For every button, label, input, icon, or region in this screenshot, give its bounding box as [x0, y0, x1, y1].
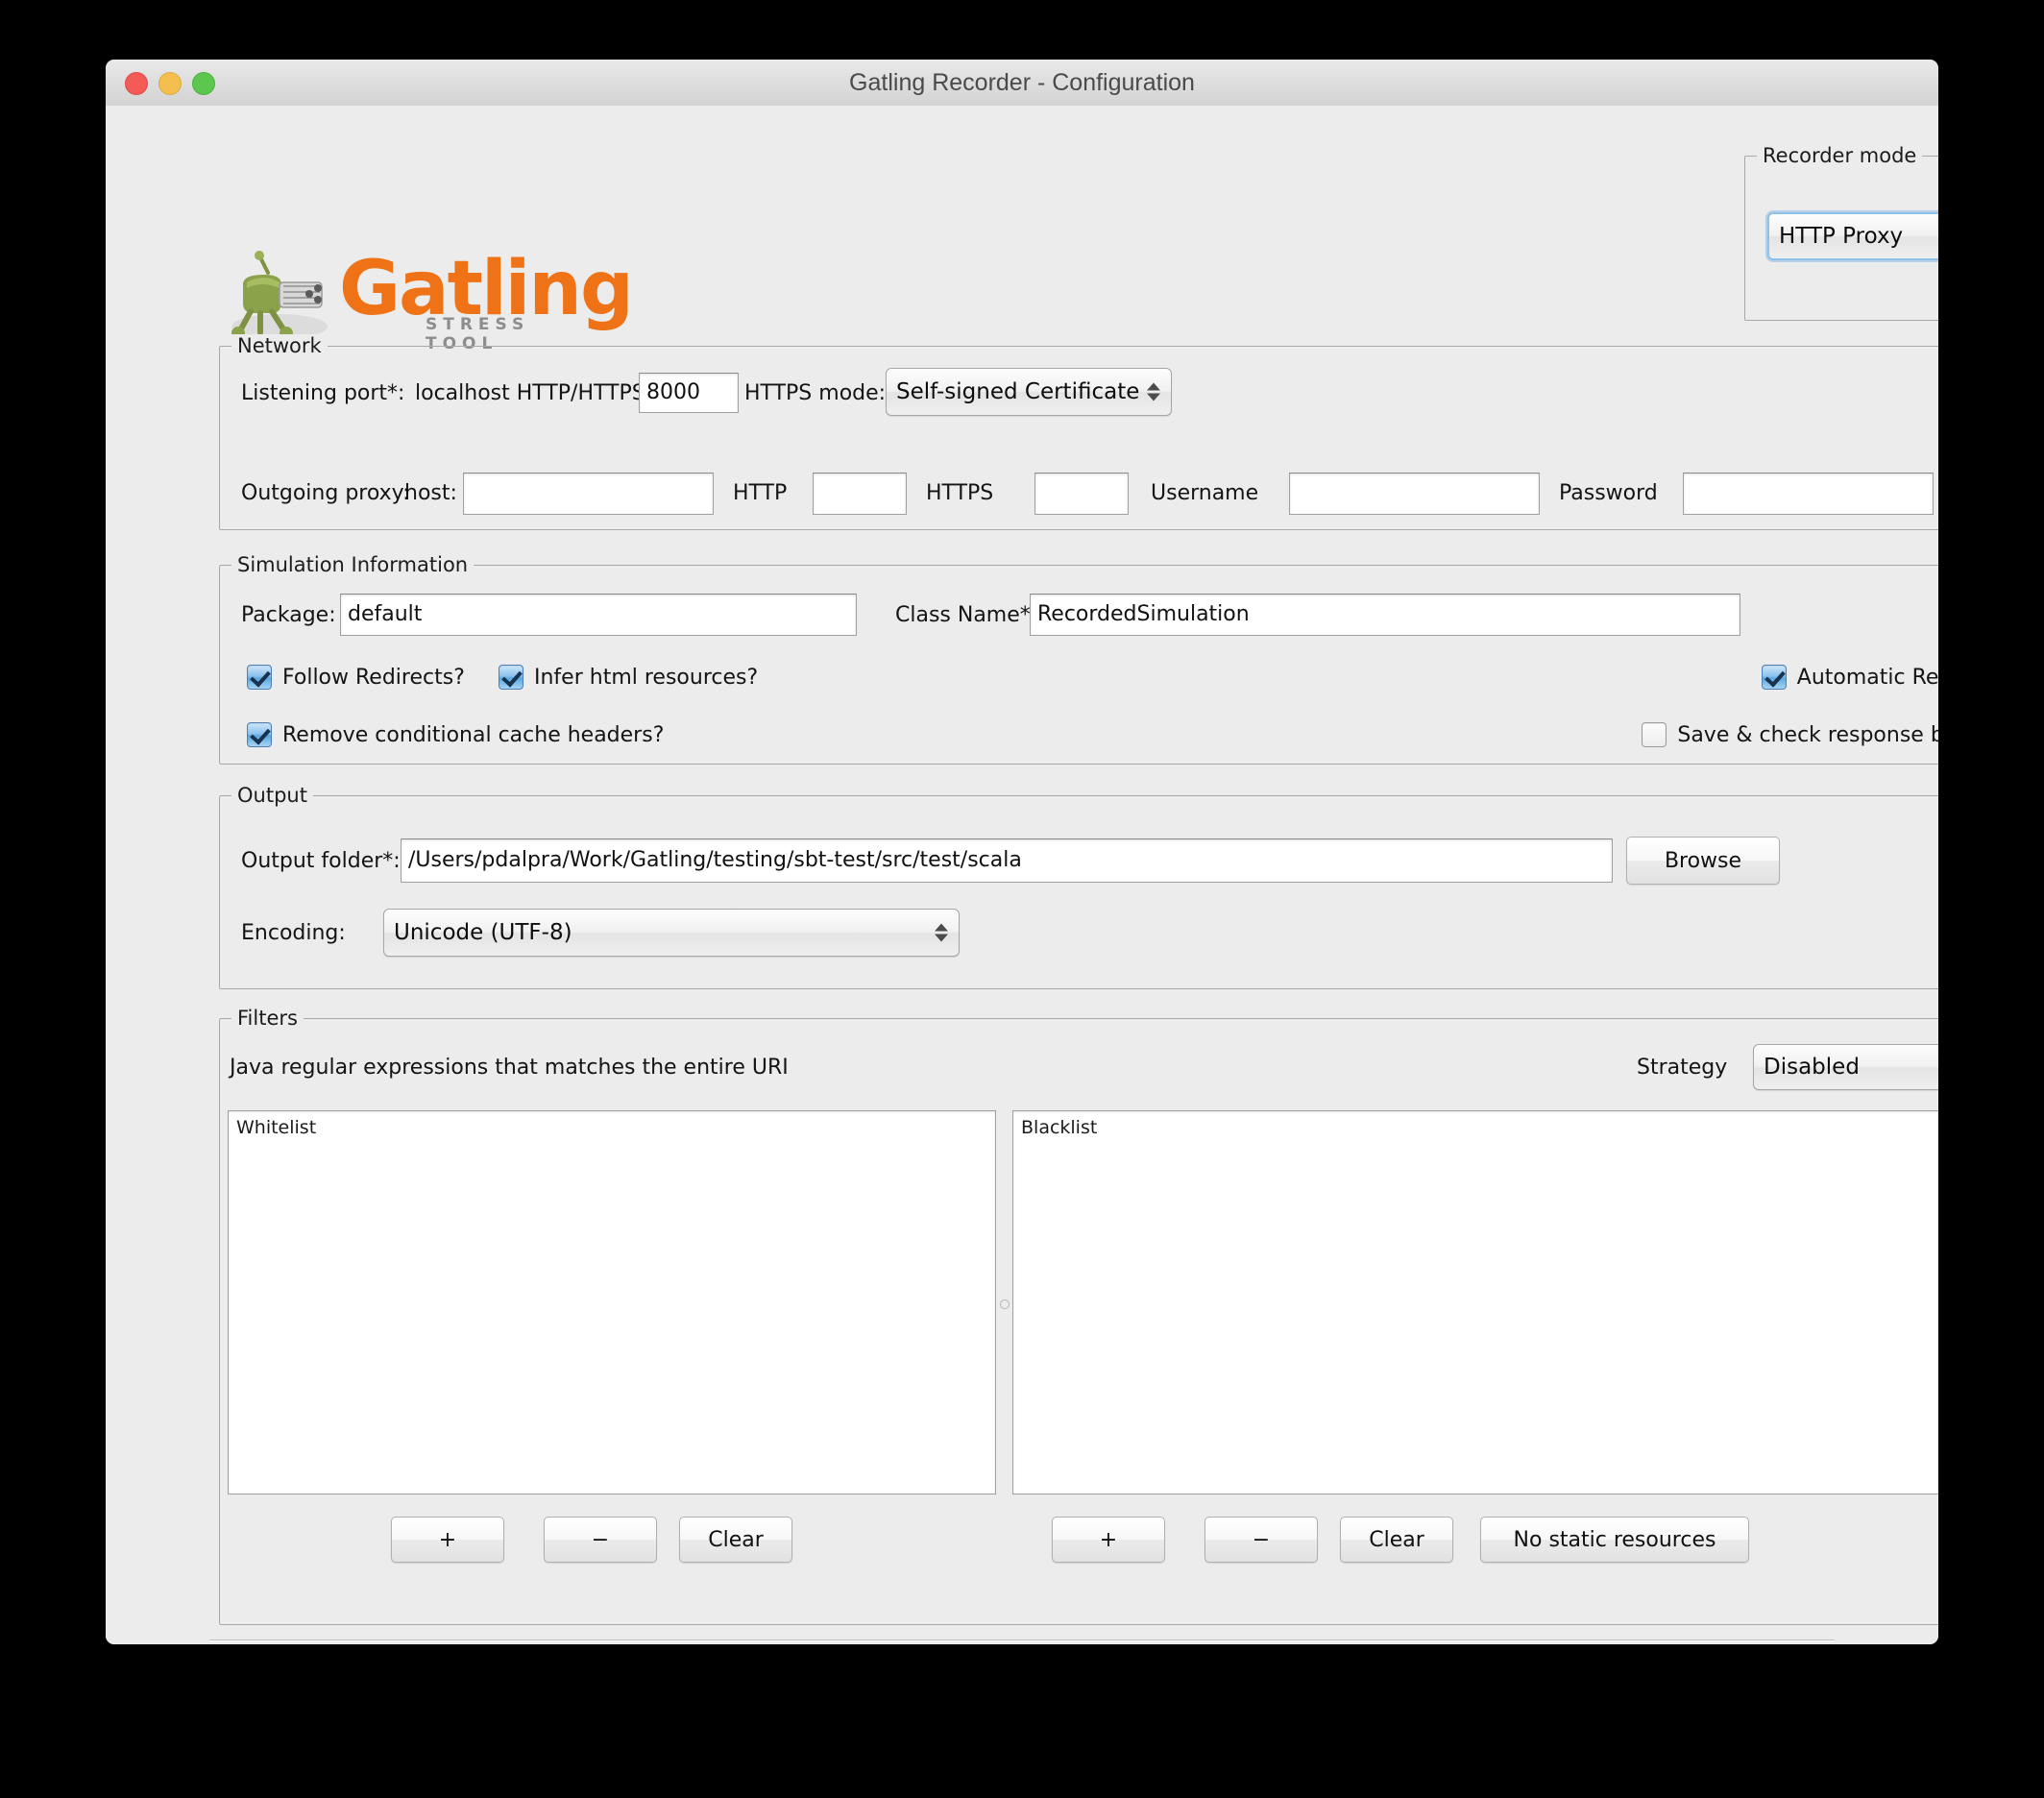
infer-html-resources-checkbox-row[interactable]: Infer html resources? [499, 665, 758, 690]
class-name-value: RecordedSimulation [1037, 602, 1250, 626]
follow-redirects-label: Follow Redirects? [282, 665, 465, 690]
strategy-select[interactable]: Disabled [1753, 1044, 1938, 1090]
whitelist-clear-label: Clear [708, 1527, 764, 1552]
whitelist-add-button[interactable]: + [391, 1517, 504, 1563]
gatling-gun-icon [231, 251, 328, 340]
chevron-updown-icon [935, 923, 948, 942]
browse-button[interactable]: Browse [1626, 837, 1780, 885]
proxy-https-port-input[interactable] [1034, 473, 1129, 515]
no-static-resources-button[interactable]: No static resources [1480, 1517, 1749, 1563]
encoding-label: Encoding: [241, 921, 346, 945]
remove-cache-headers-checkbox[interactable] [247, 722, 272, 747]
output-folder-input[interactable]: /Users/pdalpra/Work/Gatling/testing/sbt-… [401, 838, 1613, 883]
localhost-label: localhost HTTP/HTTPS [415, 381, 645, 405]
filters-legend: Filters [231, 1007, 304, 1030]
automatic-referers-checkbox-row[interactable]: Automatic Referers? [1761, 665, 1938, 690]
save-check-response-bodies-checkbox-row[interactable]: Save & check response bodies? [1642, 722, 1938, 747]
no-static-resources-label: No static resources [1513, 1527, 1716, 1552]
remove-cache-headers-checkbox-row[interactable]: Remove conditional cache headers? [247, 722, 664, 747]
output-folder-value: /Users/pdalpra/Work/Gatling/testing/sbt-… [408, 848, 1022, 872]
output-group: Output Output folder*: /Users/pdalpra/Wo… [219, 784, 1938, 989]
split-pane-divider[interactable] [1000, 1300, 1010, 1309]
network-group: Network Listening port*: localhost HTTP/… [219, 334, 1938, 530]
simulation-legend: Simulation Information [231, 553, 474, 576]
infer-html-resources-label: Infer html resources? [534, 665, 759, 690]
proxy-password-label: Password [1559, 481, 1658, 505]
automatic-referers-checkbox[interactable] [1761, 665, 1787, 690]
blacklist-remove-label: − [1252, 1527, 1271, 1552]
whitelist-remove-label: − [591, 1527, 610, 1552]
footer-divider [209, 1640, 1835, 1641]
gatling-logo: Gatling STRESS TOOL [226, 240, 634, 353]
proxy-http-label: HTTP [733, 481, 788, 505]
infer-html-resources-checkbox[interactable] [499, 665, 523, 690]
remove-cache-headers-label: Remove conditional cache headers? [282, 722, 665, 747]
filters-hint: Java regular expressions that matches th… [230, 1056, 789, 1080]
blacklist-add-button[interactable]: + [1052, 1517, 1165, 1563]
filters-group: Filters Java regular expressions that ma… [219, 1007, 1938, 1625]
save-check-response-bodies-label: Save & check response bodies? [1677, 722, 1938, 747]
whitelist-title: Whitelist [236, 1117, 317, 1138]
save-check-response-bodies-checkbox[interactable] [1642, 722, 1667, 747]
blacklist-clear-button[interactable]: Clear [1340, 1517, 1453, 1563]
strategy-label: Strategy [1637, 1056, 1728, 1080]
proxy-host-label: host: [404, 481, 457, 505]
proxy-https-label: HTTPS [926, 481, 994, 505]
proxy-password-input[interactable] [1683, 473, 1934, 515]
class-name-input[interactable]: RecordedSimulation [1030, 594, 1740, 636]
blacklist-add-label: + [1099, 1527, 1118, 1552]
listening-port-value: 8000 [646, 380, 700, 404]
class-name-label: Class Name*: [895, 603, 1038, 627]
follow-redirects-checkbox-row[interactable]: Follow Redirects? [247, 665, 465, 690]
package-label: Package: [241, 603, 336, 627]
window-titlebar[interactable]: Gatling Recorder - Configuration [106, 60, 1938, 107]
proxy-username-input[interactable] [1289, 473, 1540, 515]
package-input[interactable]: default [340, 594, 857, 636]
outgoing-proxy-label: Outgoing proxy: [241, 481, 410, 505]
proxy-username-label: Username [1151, 481, 1259, 505]
output-folder-label: Output folder*: [241, 849, 401, 873]
https-mode-select[interactable]: Self-signed Certificate [886, 368, 1172, 416]
chevron-updown-icon [1147, 382, 1160, 401]
simulation-information-group: Simulation Information Package: default … [219, 553, 1938, 765]
gatling-recorder-window: Gatling Recorder - Configuration Gatling… [106, 60, 1938, 1644]
network-legend: Network [231, 334, 328, 357]
encoding-select[interactable]: Unicode (UTF-8) [383, 909, 960, 957]
recorder-mode-select[interactable]: HTTP Proxy [1767, 212, 1938, 260]
proxy-host-input[interactable] [463, 473, 714, 515]
output-legend: Output [231, 784, 313, 807]
listening-port-input[interactable]: 8000 [639, 373, 739, 413]
whitelist-add-label: + [438, 1527, 457, 1552]
strategy-value: Disabled [1764, 1055, 1860, 1080]
window-title: Gatling Recorder - Configuration [849, 69, 1195, 96]
window-content: Gatling STRESS TOOL Recorder mode HTTP P… [106, 106, 1938, 1644]
proxy-http-port-input[interactable] [813, 473, 907, 515]
follow-redirects-checkbox[interactable] [247, 665, 272, 690]
https-mode-value: Self-signed Certificate [896, 379, 1140, 404]
recorder-mode-legend: Recorder mode [1757, 144, 1923, 167]
recorder-mode-value: HTTP Proxy [1779, 224, 1904, 249]
blacklist-title: Blacklist [1021, 1117, 1098, 1138]
whitelist-clear-button[interactable]: Clear [679, 1517, 792, 1563]
encoding-value: Unicode (UTF-8) [394, 920, 572, 945]
https-mode-label: HTTPS mode: [744, 381, 887, 405]
blacklist-clear-label: Clear [1369, 1527, 1424, 1552]
whitelist-remove-button[interactable]: − [544, 1517, 657, 1563]
package-value: default [348, 602, 423, 626]
listening-port-label: Listening port*: [241, 381, 405, 405]
blacklist-remove-button[interactable]: − [1204, 1517, 1318, 1563]
recorder-mode-group: Recorder mode HTTP Proxy [1744, 144, 1938, 321]
browse-button-label: Browse [1664, 848, 1742, 873]
whitelist-listbox[interactable]: Whitelist [228, 1110, 996, 1494]
blacklist-listbox[interactable]: Blacklist [1012, 1110, 1938, 1494]
automatic-referers-label: Automatic Referers? [1796, 665, 1938, 690]
